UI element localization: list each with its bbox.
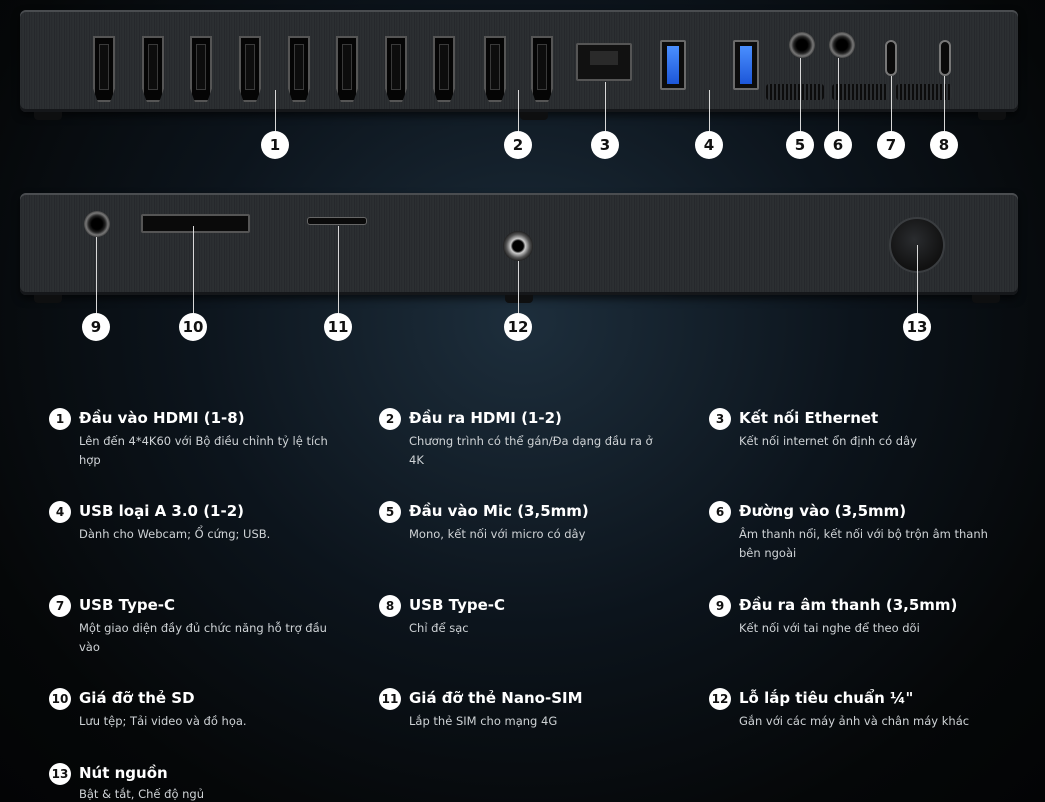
feature-title: USB Type-C [409, 596, 506, 614]
hdmi-in-port [190, 36, 212, 102]
callout-11: 11 [324, 313, 352, 341]
feature-number: 12 [709, 688, 731, 710]
feature-description: Gắn với các máy ảnh và chân máy khác [739, 714, 970, 728]
feature-description: Âm thanh nổi, kết nối với bộ trộn âm tha… [739, 527, 988, 560]
ethernet-port [576, 43, 632, 81]
feature-description: Một giao diện đầy đủ chức năng hỗ trợ đầ… [79, 621, 327, 654]
feature-description: Mono, kết nối với micro có dây [409, 527, 586, 541]
hdmi-in-port [385, 36, 407, 102]
feature-number: 4 [49, 501, 71, 523]
feature-title: Đầu vào Mic (3,5mm) [409, 502, 589, 520]
feature-number: 7 [49, 595, 71, 617]
usb-a-port [660, 40, 686, 90]
feature-number: 3 [709, 408, 731, 430]
leader-line [944, 76, 945, 132]
leader-line [518, 90, 519, 132]
feature-description: Lên đến 4*4K60 với Bộ điều chỉnh tỷ lệ t… [79, 434, 328, 467]
leader-line [709, 90, 710, 132]
callout-1: 1 [261, 131, 289, 159]
feature-title: Đầu vào HDMI (1-8) [79, 409, 245, 427]
feature-description: Chương trình có thể gán/Đa dạng đầu ra ở… [409, 434, 653, 467]
usb-a-port [733, 40, 759, 90]
audio-out-jack [84, 211, 110, 237]
feature-title: Lỗ lắp tiêu chuẩn ¼" [739, 689, 914, 707]
device-foot [978, 112, 1006, 120]
device-foot [505, 295, 533, 303]
callout-12: 12 [504, 313, 532, 341]
feature-title: USB Type-C [79, 596, 176, 614]
usb-c-port [885, 40, 897, 76]
leader-line [275, 90, 276, 132]
leader-line [193, 226, 194, 314]
leader-line [96, 237, 97, 315]
usb-c-charge-port [939, 40, 951, 76]
hdmi-in-port [433, 36, 455, 102]
hdmi-out-port [531, 36, 553, 102]
feature-description: Dành cho Webcam; Ổ cứng; USB. [79, 527, 271, 541]
leader-line [917, 245, 918, 314]
feature-title: Đường vào (3,5mm) [739, 502, 907, 520]
feature-title: Đầu ra HDMI (1-2) [409, 409, 562, 427]
feature-title: Giá đỡ thẻ Nano-SIM [409, 689, 583, 707]
feature-number: 9 [709, 595, 731, 617]
feature-description: Bật & tắt, Chế độ ngủ [79, 787, 205, 801]
callout-7: 7 [877, 131, 905, 159]
feature-title: USB loại A 3.0 (1-2) [79, 502, 245, 520]
callout-3: 3 [591, 131, 619, 159]
callout-10: 10 [179, 313, 207, 341]
hdmi-in-port [93, 36, 115, 102]
feature-number: 13 [49, 763, 71, 785]
hdmi-in-port [239, 36, 261, 102]
feature-number: 1 [49, 408, 71, 430]
hdmi-in-port [288, 36, 310, 102]
tripod-mount-hole [503, 231, 533, 261]
feature-description: Lưu tệp; Tải video và đồ họa. [79, 714, 247, 728]
callout-2: 2 [504, 131, 532, 159]
callout-9: 9 [82, 313, 110, 341]
feature-number: 10 [49, 688, 71, 710]
callout-13: 13 [903, 313, 931, 341]
callout-4: 4 [695, 131, 723, 159]
leader-line [891, 76, 892, 132]
vent-grille [832, 84, 888, 100]
feature-title: Đầu ra âm thanh (3,5mm) [739, 596, 958, 614]
feature-title: Giá đỡ thẻ SD [79, 689, 195, 707]
hdmi-in-port [142, 36, 164, 102]
line-in-jack [829, 32, 855, 58]
feature-title: Kết nối Ethernet [739, 409, 879, 427]
mic-in-jack [789, 32, 815, 58]
device-foot [520, 112, 548, 120]
feature-description: Kết nối với tai nghe để theo dõi [739, 621, 920, 635]
leader-line [518, 261, 519, 314]
callout-8: 8 [930, 131, 958, 159]
sd-card-slot [141, 214, 250, 233]
hdmi-in-port [336, 36, 358, 102]
callout-5: 5 [786, 131, 814, 159]
feature-number: 2 [379, 408, 401, 430]
feature-title: Nút nguồn [79, 764, 168, 782]
callout-6: 6 [824, 131, 852, 159]
sim-card-slot [307, 217, 367, 225]
device-foot [34, 295, 62, 303]
device-foot [972, 295, 1000, 303]
feature-number: 11 [379, 688, 401, 710]
feature-description: Lắp thẻ SIM cho mạng 4G [409, 714, 558, 728]
hdmi-out-port [484, 36, 506, 102]
leader-line [800, 58, 801, 132]
feature-number: 8 [379, 595, 401, 617]
vent-grille [766, 84, 824, 100]
feature-description: Chỉ để sạc [409, 621, 469, 635]
leader-line [338, 226, 339, 314]
feature-number: 5 [379, 501, 401, 523]
feature-description: Kết nối internet ổn định có dây [739, 434, 917, 448]
feature-number: 6 [709, 501, 731, 523]
leader-line [838, 58, 839, 132]
device-foot [34, 112, 62, 120]
leader-line [605, 82, 606, 132]
